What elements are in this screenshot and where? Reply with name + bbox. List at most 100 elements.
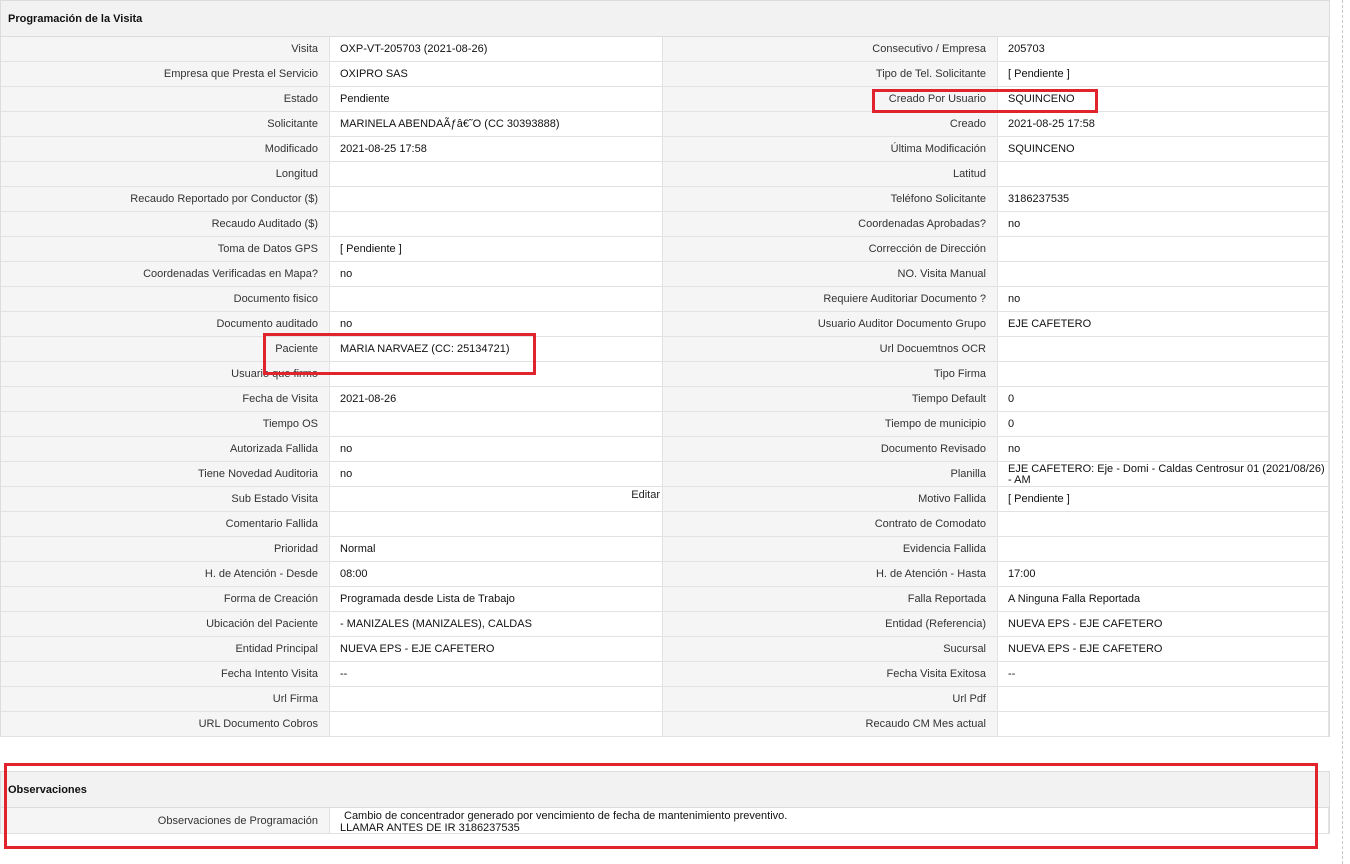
field-label: Comentario Fallida <box>1 512 329 536</box>
field-value <box>997 512 1329 536</box>
field-value <box>997 712 1329 736</box>
field-value <box>329 712 663 736</box>
field-value <box>997 362 1329 386</box>
table-row: Solicitante MARINELA ABENDAÃƒâ€˜O (CC 303… <box>1 112 1329 137</box>
field-value: no <box>997 212 1329 236</box>
field-label: Estado <box>1 87 329 111</box>
table-row: H. de Atención - Desde 08:00 H. de Atenció… <box>1 562 1329 587</box>
table-row: Modificado 2021-08-25 17:58 Última Modific… <box>1 137 1329 162</box>
field-value <box>997 262 1329 286</box>
field-value <box>997 337 1329 361</box>
table-row: Usuario que firmo Tipo Firma <box>1 362 1329 387</box>
field-value <box>997 162 1329 186</box>
field-label: Creado Por Usuario <box>663 87 997 111</box>
field-value <box>329 212 663 236</box>
field-value <box>329 412 663 436</box>
observaciones-line-1: Cambio de concentrador generado por venc… <box>344 810 788 822</box>
field-value: 2021-08-26 <box>329 387 663 411</box>
field-label: Documento Revisado <box>663 437 997 461</box>
table-row: Comentario Fallida Contrato de Comodato <box>1 512 1329 537</box>
table-row: Recaudo Auditado ($) Coordenadas Aprobada… <box>1 212 1329 237</box>
field-label: Usuario Auditor Documento Grupo <box>663 312 997 336</box>
field-label: Sucursal <box>663 637 997 661</box>
table-row: Fecha Intento Visita -- Fecha Visita Exit… <box>1 662 1329 687</box>
field-label: Entidad (Referencia) <box>663 612 997 636</box>
field-value: - MANIZALES (MANIZALES), CALDAS <box>329 612 663 636</box>
field-value: OXIPRO SAS <box>329 62 663 86</box>
field-value: [ Pendiente ] <box>997 487 1329 511</box>
field-label: Recaudo CM Mes actual <box>663 712 997 736</box>
field-label: Recaudo Auditado ($) <box>1 212 329 236</box>
table-row: Ubicación del Paciente - MANIZALES (MANIZ… <box>1 612 1329 637</box>
field-value: OXP-VT-205703 (2021-08-26) <box>329 37 663 61</box>
table-row: Toma de Datos GPS[ Pendiente ] Corrección… <box>1 237 1329 262</box>
table-row: Forma de Creación Programada desde Lista … <box>1 587 1329 612</box>
field-label: Ubicación del Paciente <box>1 612 329 636</box>
field-value <box>997 537 1329 561</box>
table-row: Tiempo OS Tiempo de municipio 0 <box>1 412 1329 437</box>
table-row: Longitud Latitud <box>1 162 1329 187</box>
field-value: no <box>997 287 1329 311</box>
field-label: Solicitante <box>1 112 329 136</box>
field-label: Sub Estado Visita <box>1 487 329 511</box>
field-label: Creado <box>663 112 997 136</box>
field-label: Forma de Creación <box>1 587 329 611</box>
field-label: Contrato de Comodato <box>663 512 997 536</box>
field-label: Longitud <box>1 162 329 186</box>
table-row: Fecha de Visita 2021-08-26 Tiempo Default… <box>1 387 1329 412</box>
field-label: Url Pdf <box>663 687 997 711</box>
field-label: Url Docuemtnos OCR <box>663 337 997 361</box>
field-value: [ Pendiente ] <box>997 62 1329 86</box>
field-label: Paciente <box>1 337 329 361</box>
field-label: Tipo Firma <box>663 362 997 386</box>
field-label: Documento auditado <box>1 312 329 336</box>
field-value: no <box>329 462 663 486</box>
field-value <box>329 687 663 711</box>
field-value <box>329 187 663 211</box>
field-label: Recaudo Reportado por Conductor ($) <box>1 187 329 211</box>
field-value: 17:00 <box>997 562 1329 586</box>
field-value: 08:00 <box>329 562 663 586</box>
field-label: Url Firma <box>1 687 329 711</box>
field-value: -- <box>997 662 1329 686</box>
field-label: NO. Visita Manual <box>663 262 997 286</box>
field-value: NUEVA EPS - EJE CAFETERO <box>329 637 663 661</box>
field-label: Coordenadas Verificadas en Mapa? <box>1 262 329 286</box>
field-label: Última Modificación <box>663 137 997 161</box>
observaciones-label: Observaciones de Programación <box>1 808 329 833</box>
field-value: Normal <box>329 537 663 561</box>
field-label: Tiene Novedad Auditoria <box>1 462 329 486</box>
field-value: SQUINCENO <box>997 137 1329 161</box>
table-row: Documento fisico Requiere Auditoriar Docu… <box>1 287 1329 312</box>
field-value: no <box>329 437 663 461</box>
programacion-title: Programación de la Visita <box>1 1 1329 37</box>
field-value: NUEVA EPS - EJE CAFETERO <box>997 637 1329 661</box>
field-label: Visita <box>1 37 329 61</box>
field-value: Editar <box>329 487 663 511</box>
field-label: Motivo Fallida <box>663 487 997 511</box>
field-label: Corrección de Dirección <box>663 237 997 261</box>
field-value: 3186237535 <box>997 187 1329 211</box>
field-value: 205703 <box>997 37 1329 61</box>
field-value: A Ninguna Falla Reportada <box>997 587 1329 611</box>
field-value: [ Pendiente ] <box>329 237 663 261</box>
field-label: URL Documento Cobros <box>1 712 329 736</box>
observaciones-value: Cambio de concentrador generado por venc… <box>329 808 1329 833</box>
field-label: Coordenadas Aprobadas? <box>663 212 997 236</box>
table-row: Documento auditado no Usuario Auditor Doc… <box>1 312 1329 337</box>
edit-sub-estado-link[interactable]: Editar <box>631 489 660 501</box>
field-value <box>997 687 1329 711</box>
table-row: Empresa que Presta el Servicio OXIPRO SAS… <box>1 62 1329 87</box>
field-value: no <box>329 262 663 286</box>
table-row: Coordenadas Verificadas en Mapa? no NO. V… <box>1 262 1329 287</box>
field-label: Fecha de Visita <box>1 387 329 411</box>
field-value: 2021-08-25 17:58 <box>997 112 1329 136</box>
field-label: Planilla <box>663 462 997 486</box>
field-label: Tiempo de municipio <box>663 412 997 436</box>
table-row: URL Documento Cobros Recaudo CM Mes actua… <box>1 712 1329 737</box>
field-label: Prioridad <box>1 537 329 561</box>
table-row: Url Firma Url Pdf <box>1 687 1329 712</box>
observaciones-title: Observaciones <box>1 772 1329 808</box>
observaciones-panel: Observaciones Observaciones de Programac… <box>0 771 1330 834</box>
field-label: Tiempo Default <box>663 387 997 411</box>
